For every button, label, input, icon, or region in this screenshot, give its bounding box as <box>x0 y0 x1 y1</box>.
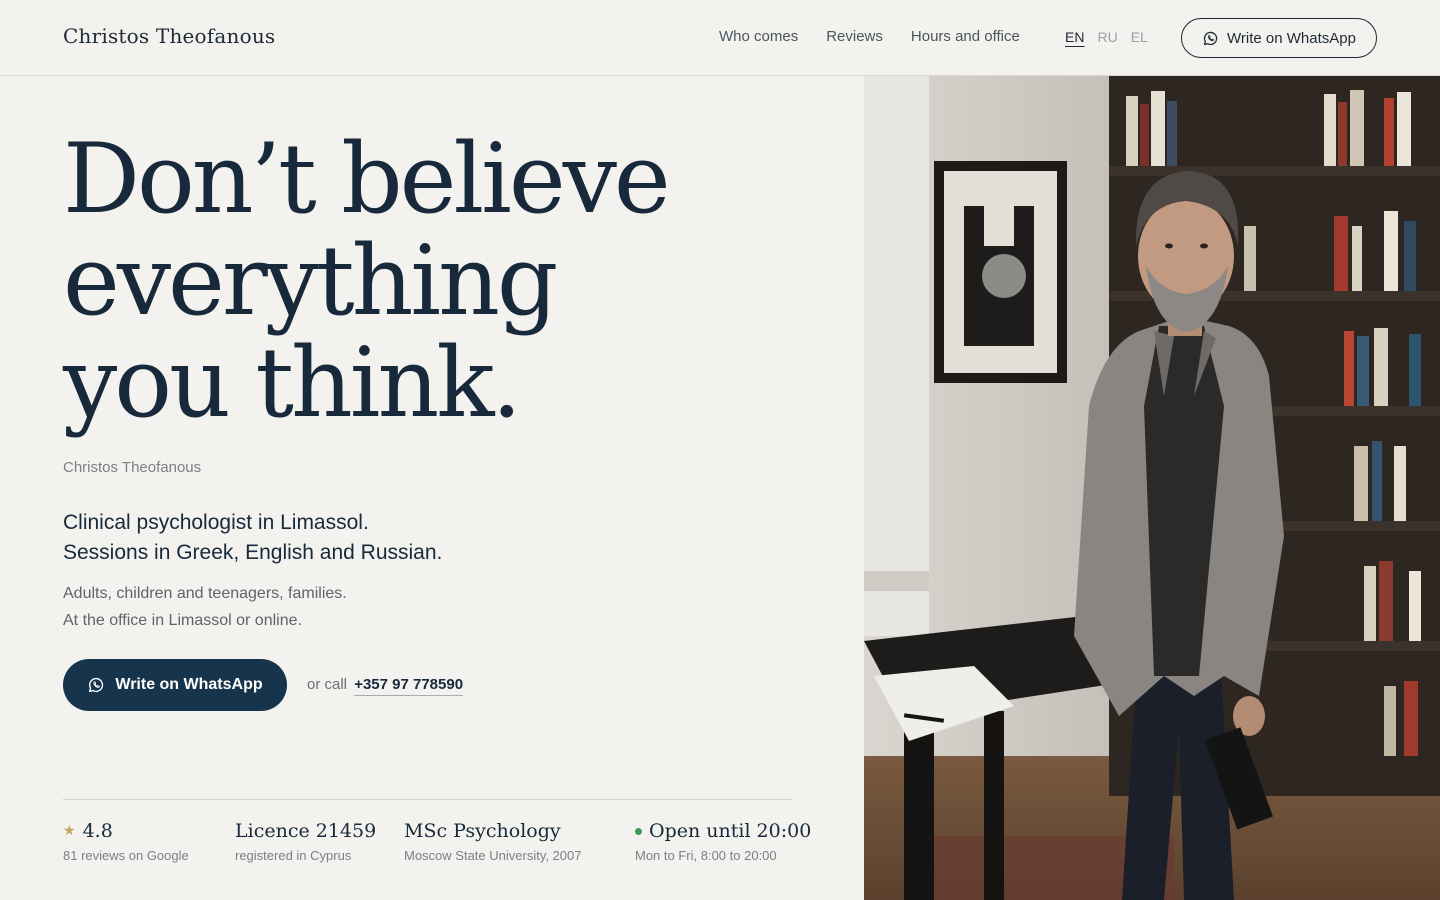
header-whatsapp-label: Write on WhatsApp <box>1227 29 1356 47</box>
degree-caption: Moscow State University, 2007 <box>404 848 582 863</box>
call-prefix: or call <box>307 676 348 693</box>
hero-subtext: Adults, children and teenagers, families… <box>63 580 347 634</box>
hero-lede: Clinical psychologist in Limassol. Sessi… <box>63 508 442 568</box>
phone-link[interactable]: +357 97 778590 <box>354 676 464 696</box>
status-dot-icon <box>635 827 642 835</box>
site-header: Christos Theofanous Who comes Reviews Ho… <box>0 0 1440 76</box>
brand-name[interactable]: Christos Theofanous <box>63 24 275 48</box>
headline-line: you think. <box>63 327 522 439</box>
portrait-photo <box>864 76 1440 900</box>
degree-value: MSc Psychology <box>404 820 561 842</box>
portrait-illustration <box>864 76 1440 900</box>
nav-reviews[interactable]: Reviews <box>826 28 883 45</box>
star-icon: ★ <box>63 823 76 839</box>
nav-hours-and-office[interactable]: Hours and office <box>911 28 1020 45</box>
stat-licence: Licence 21459 registered in Cyprus <box>235 820 376 863</box>
stat-rating-value-row: ★ 4.8 <box>63 820 189 842</box>
stats-divider <box>63 799 792 800</box>
headline-signature: Christos Theofanous <box>63 459 202 476</box>
hours-caption: Mon to Fri, 8:00 to 20:00 <box>635 848 777 863</box>
hero-headline: Don’t believe everything you think. <box>63 128 763 434</box>
lede-line: Sessions in Greek, English and Russian. <box>63 541 443 564</box>
lang-en[interactable]: EN <box>1065 29 1084 45</box>
stat-degree: MSc Psychology Moscow State University, … <box>404 820 582 863</box>
call-line: or call +357 97 778590 <box>307 676 464 696</box>
whatsapp-icon <box>89 677 104 693</box>
hero-whatsapp-button[interactable]: Write on WhatsApp <box>63 659 287 711</box>
licence-caption: registered in Cyprus <box>235 848 352 863</box>
hours-value: Open until 20:00 <box>649 820 812 842</box>
whatsapp-icon <box>1203 31 1218 45</box>
licence-value: Licence 21459 <box>235 820 377 842</box>
main-nav: Who comes Reviews Hours and office <box>719 28 1020 45</box>
lang-ru[interactable]: RU <box>1097 29 1117 45</box>
language-switcher: EN RU EL <box>1065 29 1148 45</box>
stat-rating: ★ 4.8 81 reviews on Google <box>63 820 189 863</box>
lang-el[interactable]: EL <box>1131 29 1148 45</box>
rating-value: 4.8 <box>82 820 113 842</box>
nav-who-comes[interactable]: Who comes <box>719 28 798 45</box>
headline-line: Don’t believe <box>63 123 671 235</box>
header-whatsapp-button[interactable]: Write on WhatsApp <box>1181 18 1377 58</box>
hero-whatsapp-label: Write on WhatsApp <box>115 676 263 693</box>
rating-caption: 81 reviews on Google <box>63 848 189 863</box>
lede-line: Clinical psychologist in Limassol. <box>63 511 369 534</box>
stat-hours: Open until 20:00 Mon to Fri, 8:00 to 20:… <box>635 820 811 863</box>
stat-hours-value-row: Open until 20:00 <box>635 820 811 842</box>
subtext-line: Adults, children and teenagers, families… <box>63 585 347 602</box>
headline-line: everything <box>63 225 558 337</box>
subtext-line: At the office in Limassol or online. <box>63 612 302 629</box>
